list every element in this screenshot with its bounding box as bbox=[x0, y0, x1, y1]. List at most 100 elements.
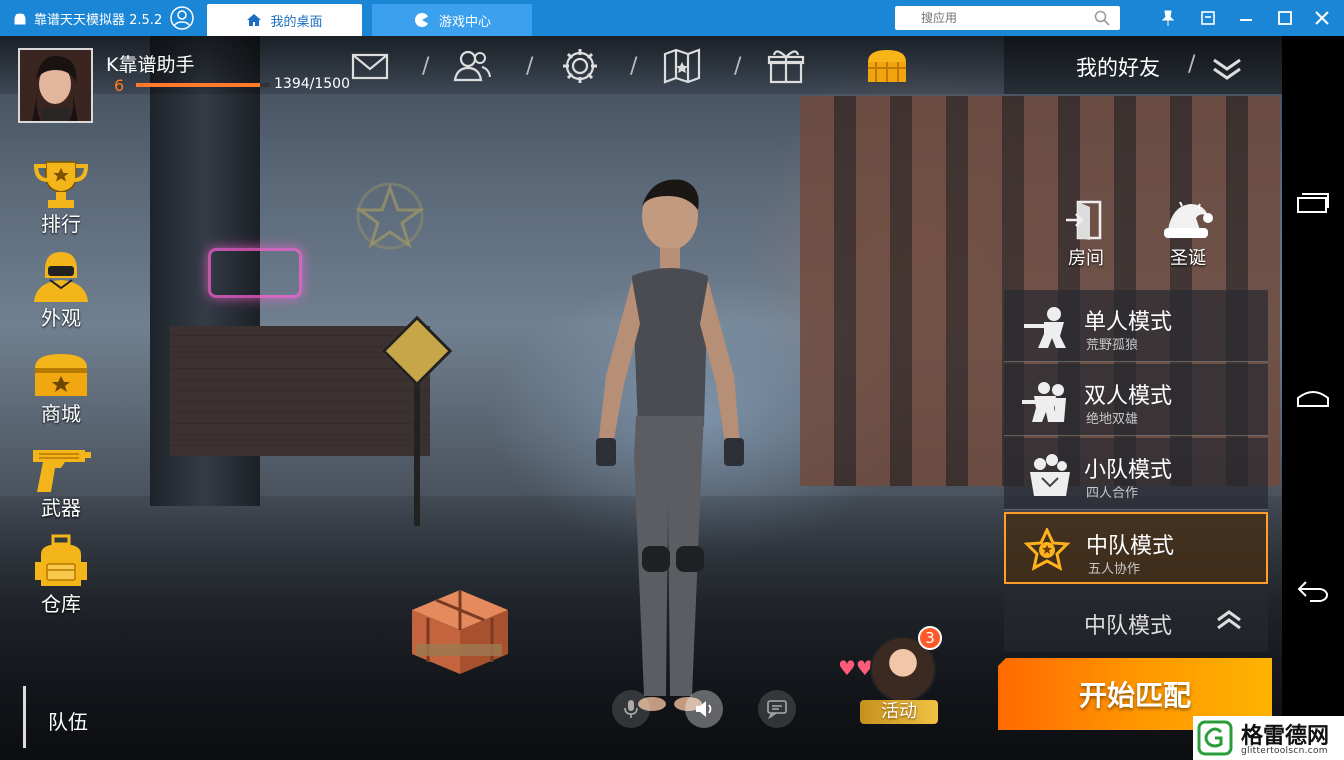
room-button[interactable]: 房间 bbox=[1056, 198, 1116, 270]
chest-icon[interactable] bbox=[864, 46, 910, 86]
activity-badge: 3 bbox=[918, 626, 942, 650]
menu-shop[interactable]: 商城 bbox=[25, 350, 97, 427]
app-search-box[interactable] bbox=[895, 6, 1120, 30]
mode-subtitle: 五人协作 bbox=[1088, 562, 1141, 577]
mode-name: 单人模式 bbox=[1084, 310, 1173, 335]
mode-name: 双人模式 bbox=[1084, 384, 1173, 409]
star-emblem-decoration bbox=[355, 182, 425, 250]
squad-soldier-icon bbox=[1030, 454, 1070, 496]
menu-label: 武器 bbox=[41, 496, 81, 520]
settings-icon[interactable] bbox=[560, 46, 600, 86]
mode-squad[interactable]: 小队模式 四人合作 bbox=[1004, 438, 1268, 510]
gamepad-icon bbox=[414, 13, 429, 27]
separator: / bbox=[734, 54, 742, 79]
neon-sign-decoration bbox=[208, 248, 302, 298]
emulator-titlebar: 靠谱天天模拟器 2.5.2 我的桌面 游戏中心 bbox=[0, 0, 1344, 36]
home-icon bbox=[247, 14, 262, 26]
separator: / bbox=[1188, 52, 1196, 77]
chat-icon bbox=[767, 700, 787, 719]
menu-label: 排行 bbox=[41, 212, 81, 236]
friends-icon[interactable] bbox=[452, 46, 492, 86]
christmas-button[interactable]: 圣诞 bbox=[1158, 198, 1218, 270]
mode-selector-label: 中队模式 bbox=[1084, 614, 1173, 639]
outfit-icon bbox=[34, 252, 88, 302]
menu-label: 商城 bbox=[41, 402, 81, 426]
mode-name: 中队模式 bbox=[1086, 534, 1175, 559]
android-logo-icon bbox=[14, 13, 26, 24]
home-nav-icon[interactable] bbox=[1296, 386, 1330, 412]
xp-text: 1394/1500 bbox=[274, 76, 350, 92]
mode-platoon-selected[interactable]: 中队模式 五人协作 bbox=[1004, 512, 1268, 584]
tab-game-center[interactable]: 游戏中心 bbox=[372, 4, 532, 36]
menu-label: 外观 bbox=[41, 306, 81, 330]
recent-apps-icon[interactable] bbox=[1296, 190, 1330, 216]
speaker-icon bbox=[696, 701, 712, 717]
supply-crate-icon[interactable] bbox=[408, 584, 512, 676]
minimize-icon[interactable] bbox=[1236, 8, 1256, 28]
sign-pole-decoration bbox=[414, 376, 420, 526]
pin-icon[interactable] bbox=[1158, 8, 1178, 28]
tab-label: 我的桌面 bbox=[270, 14, 323, 30]
android-nav-bar bbox=[1282, 36, 1344, 760]
emulator-title: 靠谱天天模拟器 2.5.2 bbox=[12, 9, 162, 28]
map-icon[interactable] bbox=[662, 46, 702, 86]
activity-button[interactable]: ♥♥ 3 活动 bbox=[838, 626, 948, 726]
search-input[interactable] bbox=[921, 11, 1091, 25]
team-button[interactable]: 队伍 bbox=[48, 706, 88, 735]
player-avatar[interactable] bbox=[18, 48, 93, 123]
my-friends-button[interactable]: 我的好友 bbox=[1076, 52, 1160, 82]
mode-subtitle: 四人合作 bbox=[1086, 486, 1139, 501]
team-divider bbox=[23, 686, 26, 748]
christmas-label: 圣诞 bbox=[1170, 248, 1206, 269]
watermark-url: glittertoolscn.com bbox=[1241, 746, 1328, 756]
close-icon[interactable] bbox=[1312, 8, 1332, 28]
back-nav-icon[interactable] bbox=[1296, 578, 1330, 604]
room-door-icon bbox=[1066, 200, 1102, 240]
xp-progress-bar bbox=[136, 83, 270, 87]
hearts-decoration: ♥♥ bbox=[838, 656, 874, 680]
shop-icon bbox=[35, 354, 87, 396]
mail-icon[interactable] bbox=[350, 46, 390, 86]
speaker-button[interactable] bbox=[685, 690, 723, 728]
player-level: 6 bbox=[114, 76, 125, 95]
menu-warehouse[interactable]: 仓库 bbox=[25, 532, 97, 617]
chat-button[interactable] bbox=[758, 690, 796, 728]
tab-label: 游戏中心 bbox=[438, 14, 491, 30]
user-account-icon[interactable] bbox=[170, 6, 194, 30]
room-label: 房间 bbox=[1068, 248, 1104, 269]
site-watermark: 格雷德网 glittertoolscn.com bbox=[1193, 716, 1344, 760]
trophy-icon bbox=[33, 161, 89, 208]
separator: / bbox=[422, 54, 430, 79]
menu-ranking[interactable]: 排行 bbox=[25, 158, 97, 237]
gift-icon[interactable] bbox=[766, 46, 806, 86]
backpack-icon bbox=[35, 534, 87, 586]
watermark-logo-icon bbox=[1197, 720, 1233, 756]
microphone-button[interactable] bbox=[612, 690, 650, 728]
solo-soldier-icon bbox=[1024, 307, 1066, 348]
menu-appearance[interactable]: 外观 bbox=[25, 248, 97, 331]
search-icon[interactable] bbox=[1094, 10, 1110, 26]
star-badge-icon bbox=[1023, 528, 1071, 571]
christmas-hat-icon bbox=[1164, 201, 1213, 238]
mode-solo[interactable]: 单人模式 荒野孤狼 bbox=[1004, 290, 1268, 362]
mode-selector[interactable]: 中队模式 bbox=[1004, 588, 1268, 652]
game-screen: K靠谱助手 6 1394/1500 / / / / 我的好友 / 排行 外观 商… bbox=[0, 36, 1282, 760]
menu-weapons[interactable]: 武器 bbox=[25, 444, 97, 521]
mini-mode-icon[interactable] bbox=[1198, 8, 1218, 28]
separator: / bbox=[630, 54, 638, 79]
player-character-model[interactable] bbox=[560, 176, 780, 716]
menu-label: 仓库 bbox=[41, 592, 81, 616]
double-chevron-down-icon[interactable] bbox=[1210, 54, 1244, 82]
double-chevron-up-icon[interactable] bbox=[1214, 608, 1244, 632]
mode-duo[interactable]: 双人模式 绝地双雄 bbox=[1004, 364, 1268, 436]
microphone-icon bbox=[624, 700, 638, 718]
maximize-icon[interactable] bbox=[1275, 8, 1295, 28]
tab-my-desktop[interactable]: 我的桌面 bbox=[207, 4, 362, 36]
duo-soldier-icon bbox=[1022, 382, 1066, 422]
mode-name: 小队模式 bbox=[1084, 458, 1173, 483]
avatar-portrait-icon bbox=[20, 50, 91, 121]
mode-subtitle: 绝地双雄 bbox=[1086, 412, 1139, 427]
emulator-title-text: 靠谱天天模拟器 2.5.2 bbox=[34, 13, 163, 28]
weapon-icon bbox=[33, 450, 91, 492]
xp-progress-fill bbox=[136, 83, 261, 87]
